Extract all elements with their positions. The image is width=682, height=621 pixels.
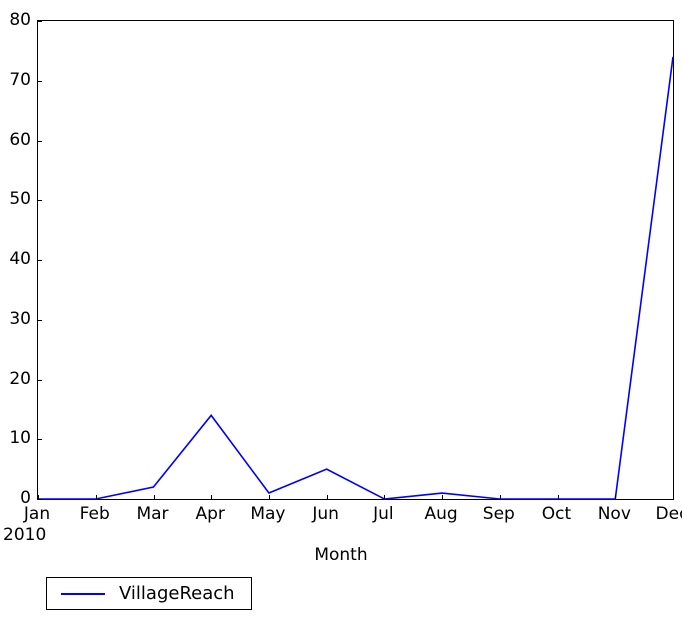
x-tick-label: Aug xyxy=(424,504,458,524)
y-tick-label: 0 xyxy=(20,488,31,508)
x-tick-label: Jun xyxy=(312,504,339,524)
x-tick-label: May xyxy=(250,504,286,524)
y-tick-label: 50 xyxy=(9,189,31,210)
x-tick-mark xyxy=(557,495,559,499)
chart-legend: VillageReach xyxy=(46,577,252,610)
data-line-villagereach xyxy=(38,56,674,500)
x-tick-mark xyxy=(38,495,39,499)
x-tick-label: Feb xyxy=(79,504,110,524)
y-tick-label: 40 xyxy=(9,249,31,269)
x-tick-mark xyxy=(211,495,213,499)
y-tick-label: 70 xyxy=(9,69,31,90)
x-tick-mark xyxy=(95,495,97,499)
y-tick-mark xyxy=(38,439,42,441)
y-tick-mark xyxy=(38,379,42,381)
x-tick-label: Mar xyxy=(136,504,169,524)
x-tick-label: Apr xyxy=(195,504,225,524)
x-tick-label: Oct xyxy=(541,504,572,524)
legend-line-swatch-icon xyxy=(61,588,105,600)
x-tick-label: Nov xyxy=(597,504,631,524)
y-tick-label: 80 xyxy=(9,10,31,30)
x-tick-mark xyxy=(326,495,328,499)
y-tick-mark xyxy=(38,80,42,82)
x-tick-mark xyxy=(499,495,501,499)
y-tick-mark xyxy=(38,319,42,321)
y-tick-mark xyxy=(38,21,42,22)
line-chart-canvas xyxy=(38,56,674,500)
x-tick-label: Jul xyxy=(373,504,394,524)
x-axis-title: Month xyxy=(314,545,368,565)
x-tick-mark xyxy=(615,495,617,499)
y-tick-label: 30 xyxy=(9,308,31,329)
x-tick-mark xyxy=(442,495,444,499)
x-axis-year-label: 2010 xyxy=(3,525,47,545)
x-tick-mark xyxy=(673,495,674,499)
x-tick-mark xyxy=(153,495,155,499)
legend-item-label: VillageReach xyxy=(119,582,235,604)
y-tick-mark xyxy=(38,200,42,202)
x-tick-label: Sep xyxy=(482,504,515,524)
y-tick-mark xyxy=(38,499,42,500)
y-tick-mark xyxy=(38,140,42,142)
x-tick-mark xyxy=(384,495,386,499)
x-tick-mark xyxy=(268,495,270,499)
y-tick-label: 60 xyxy=(9,129,31,150)
x-tick-label: Jan xyxy=(23,504,51,524)
y-tick-mark xyxy=(38,260,42,261)
y-tick-label: 10 xyxy=(9,428,31,449)
plot-area xyxy=(37,20,674,500)
y-tick-label: 20 xyxy=(9,368,31,389)
legend-item-villagereach: VillageReach xyxy=(47,578,235,609)
x-tick-label: Dec xyxy=(655,504,682,524)
chart-figure: 0 10 20 30 40 50 60 70 80 Jan Feb Mar Apr May Jun Jul A… xyxy=(0,0,682,621)
